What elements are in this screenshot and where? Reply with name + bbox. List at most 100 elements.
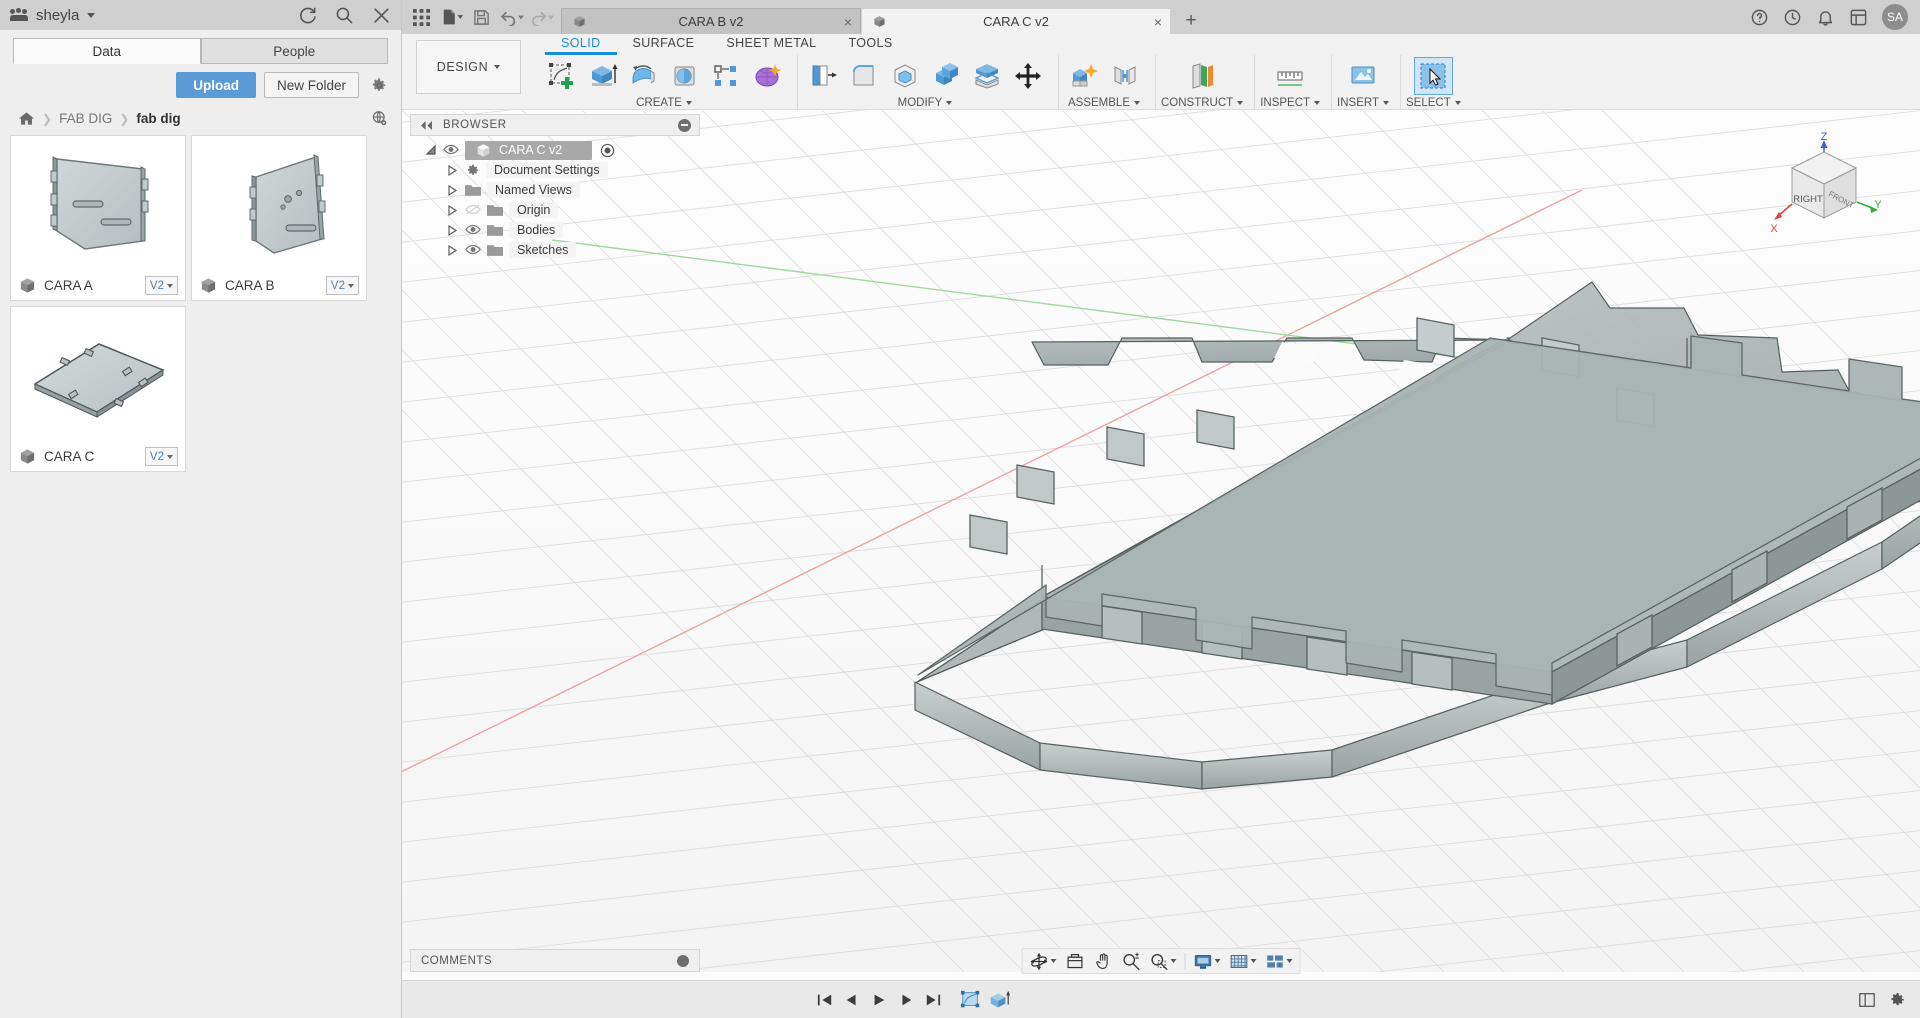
notifications-icon[interactable] [1783, 8, 1802, 27]
file-card[interactable]: CARA A V2 [10, 135, 186, 301]
ribbon-tab-solid[interactable]: SOLID [545, 35, 617, 55]
extrude-feature-icon[interactable] [987, 988, 1011, 1012]
tree-node-sketches[interactable]: Sketches [410, 240, 700, 260]
new-component-icon[interactable] [1064, 57, 1103, 95]
comments-panel[interactable]: COMMENTS [410, 949, 700, 972]
display-settings-icon[interactable] [1191, 950, 1224, 972]
layout-icon[interactable] [1858, 991, 1876, 1009]
chevron-down-icon[interactable] [1237, 101, 1243, 105]
apps-icon[interactable] [1849, 8, 1868, 27]
grid-icon[interactable] [408, 4, 435, 30]
visibility-off-icon[interactable] [465, 204, 481, 216]
tree-node-label-root[interactable]: CARA C v2 [465, 141, 592, 160]
step-forward-icon[interactable] [893, 987, 918, 1012]
version-badge[interactable]: V2 [145, 276, 178, 295]
tree-node-label[interactable]: Origin [509, 202, 558, 218]
search-icon[interactable] [335, 6, 354, 25]
close-icon[interactable]: × [844, 14, 852, 30]
chevron-down-icon[interactable] [1383, 101, 1389, 105]
offset-plane-icon[interactable] [1183, 57, 1222, 95]
tree-node-label[interactable]: Named Views [487, 182, 580, 198]
redo-icon[interactable] [528, 4, 555, 30]
tree-node-origin[interactable]: Origin [410, 200, 700, 220]
avatar[interactable]: SA [1882, 4, 1908, 30]
joint-icon[interactable] [1105, 57, 1144, 95]
chevron-down-icon[interactable] [1314, 101, 1320, 105]
tree-node-label[interactable]: Bodies [509, 222, 563, 238]
orbit-icon[interactable] [1027, 950, 1060, 972]
form-icon[interactable] [747, 57, 786, 95]
chevron-down-icon[interactable] [686, 101, 692, 105]
ribbon-tab-surface[interactable]: SURFACE [617, 35, 711, 55]
browser-pin-icon[interactable] [678, 119, 691, 132]
play-icon[interactable] [866, 987, 891, 1012]
visibility-icon[interactable] [443, 144, 459, 156]
close-icon[interactable] [372, 6, 391, 25]
home-icon[interactable] [18, 111, 35, 126]
bell-icon[interactable] [1816, 8, 1835, 27]
document-tab-cara-b[interactable]: CARA B v2 × [561, 8, 861, 34]
chevron-down-icon[interactable] [1287, 959, 1293, 963]
canvas-area[interactable]: BROWSER [402, 110, 1920, 980]
tree-node-label[interactable]: Sketches [509, 242, 576, 258]
look-at-icon[interactable] [1063, 950, 1088, 972]
component-activate-icon[interactable] [600, 143, 615, 158]
jump-end-icon[interactable] [920, 987, 945, 1012]
chevron-down-icon[interactable] [1051, 959, 1057, 963]
tree-node-named-views[interactable]: Named Views [410, 180, 700, 200]
sketch-feature-icon[interactable] [959, 988, 983, 1012]
visibility-icon[interactable] [465, 224, 481, 236]
tree-node-document-settings[interactable]: Document Settings [410, 160, 700, 180]
tree-node-bodies[interactable]: Bodies [410, 220, 700, 240]
insert-mcmaster-icon[interactable] [1344, 57, 1383, 95]
move-copy-icon[interactable] [1008, 57, 1047, 95]
zoom-window-icon[interactable] [1147, 950, 1180, 972]
combine-icon[interactable] [926, 57, 965, 95]
tab-people[interactable]: People [201, 38, 389, 64]
upload-button[interactable]: Upload [176, 72, 256, 98]
jump-start-icon[interactable] [812, 987, 837, 1012]
close-icon[interactable]: × [1154, 14, 1162, 30]
expand-toggle-icon[interactable] [446, 224, 459, 237]
viewports-icon[interactable] [1263, 950, 1296, 972]
tree-node-label[interactable]: Document Settings [486, 162, 608, 178]
pan-icon[interactable] [1091, 950, 1116, 972]
collapse-left-icon[interactable] [419, 121, 434, 130]
chevron-down-icon[interactable] [1171, 959, 1177, 963]
gear-icon[interactable] [1888, 991, 1906, 1009]
visibility-icon[interactable] [465, 244, 481, 256]
new-tab-button[interactable]: + [1171, 8, 1211, 34]
shell-icon[interactable] [885, 57, 924, 95]
offset-face-icon[interactable] [967, 57, 1006, 95]
press-pull-icon[interactable] [803, 57, 842, 95]
chevron-down-icon[interactable] [1455, 101, 1461, 105]
extrude-icon[interactable] [583, 57, 622, 95]
file-card[interactable]: CARA C V2 [10, 306, 186, 472]
chevron-down-icon[interactable] [1251, 959, 1257, 963]
zoom-icon[interactable] [1119, 950, 1144, 972]
expand-toggle-icon[interactable] [446, 204, 459, 217]
gear-icon[interactable] [371, 72, 388, 98]
comments-pin-icon[interactable] [677, 955, 689, 967]
expand-toggle-icon[interactable] [446, 184, 459, 197]
document-tab-cara-c[interactable]: CARA C v2 × [861, 8, 1171, 34]
refresh-icon[interactable] [298, 6, 317, 25]
file-card[interactable]: CARA B V2 [191, 135, 367, 301]
chevron-down-icon[interactable] [1134, 101, 1140, 105]
workspace-selector[interactable]: DESIGN [416, 40, 521, 94]
version-badge[interactable]: V2 [326, 276, 359, 295]
ribbon-tab-tools[interactable]: TOOLS [832, 35, 908, 55]
hub-selector[interactable]: sheyla [10, 7, 95, 24]
chevron-down-icon[interactable] [1215, 959, 1221, 963]
help-icon[interactable] [1750, 8, 1769, 27]
breadcrumb-item-0[interactable]: FAB DIG [59, 111, 112, 126]
expand-toggle-icon[interactable] [446, 244, 459, 257]
tree-node-root[interactable]: CARA C v2 [410, 140, 700, 160]
globe-icon[interactable] [371, 110, 388, 127]
expand-toggle-icon[interactable] [424, 144, 437, 157]
step-back-icon[interactable] [839, 987, 864, 1012]
new-folder-button[interactable]: New Folder [264, 72, 359, 98]
save-icon[interactable] [468, 4, 495, 30]
revolve-icon[interactable] [624, 57, 663, 95]
grid-snap-icon[interactable] [1227, 950, 1260, 972]
